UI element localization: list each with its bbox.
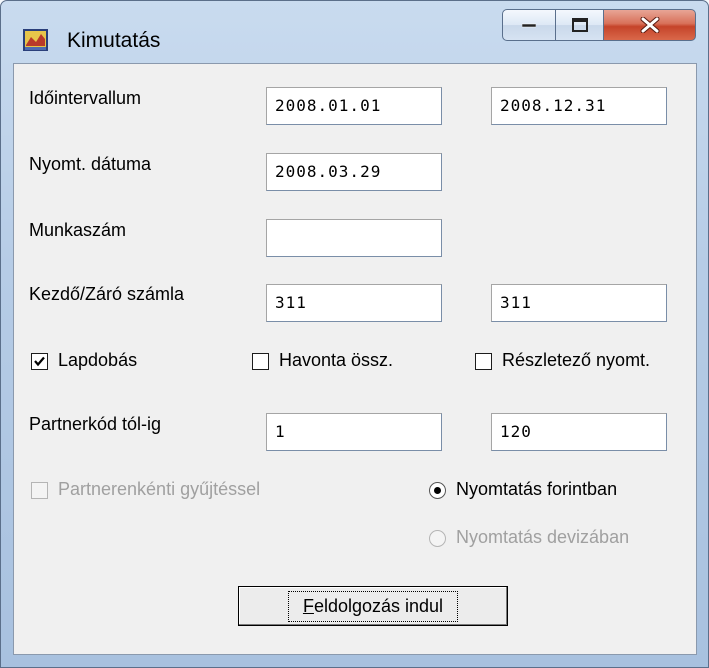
dialog-body: Időintervallum 2008.01.01 2008.12.31 Nyo… — [13, 63, 697, 655]
interval-from-input[interactable]: 2008.01.01 — [266, 87, 442, 125]
interval-label: Időintervallum — [29, 88, 142, 108]
monthly-sum-checkbox[interactable] — [252, 353, 269, 370]
print-date-label: Nyomt. dátuma — [29, 154, 152, 174]
title-bar[interactable]: Kimutatás — [1, 1, 708, 63]
account-to-input[interactable]: 311 — [491, 284, 667, 322]
job-number-input[interactable] — [266, 219, 442, 257]
close-icon — [640, 17, 659, 33]
account-range-label: Kezdő/Záró számla — [29, 284, 185, 304]
window-controls — [502, 9, 696, 43]
start-processing-button[interactable]: Feldolgozás indul — [238, 586, 508, 626]
print-foreign-label[interactable]: Nyomtatás devizában — [456, 527, 629, 548]
window-title: Kimutatás — [67, 29, 161, 52]
print-foreign-radio[interactable] — [429, 530, 446, 547]
close-button[interactable] — [604, 9, 696, 41]
maximize-button[interactable] — [556, 9, 604, 41]
checkmark-icon — [34, 356, 45, 367]
dialog-window: Kimutatás Időintervallum 2008.01.01 2008… — [0, 0, 709, 668]
detailed-print-checkbox[interactable] — [475, 353, 492, 370]
partner-to-input[interactable]: 120 — [491, 413, 667, 451]
interval-to-input[interactable]: 2008.12.31 — [491, 87, 667, 125]
monthly-sum-label[interactable]: Havonta össz. — [279, 350, 393, 371]
app-icon — [23, 29, 48, 51]
partner-from-input[interactable]: 1 — [266, 413, 442, 451]
account-from-input[interactable]: 311 — [266, 284, 442, 322]
partner-range-label: Partnerkód tól-ig — [29, 414, 162, 434]
page-break-label[interactable]: Lapdobás — [58, 350, 137, 371]
maximize-icon — [571, 18, 588, 32]
radio-selected-dot — [434, 487, 441, 494]
partner-collect-label[interactable]: Partnerenkénti gyűjtéssel — [58, 479, 260, 500]
detailed-print-label[interactable]: Részletező nyomt. — [502, 350, 650, 371]
minimize-button[interactable] — [502, 9, 556, 41]
print-forint-label[interactable]: Nyomtatás forintban — [456, 479, 617, 500]
partner-collect-checkbox[interactable] — [31, 482, 48, 499]
print-date-input[interactable]: 2008.03.29 — [266, 153, 442, 191]
page-break-checkbox[interactable] — [31, 353, 48, 370]
start-processing-label: Feldolgozás indul — [287, 590, 459, 622]
print-forint-radio[interactable] — [429, 482, 446, 499]
job-number-label: Munkaszám — [29, 220, 127, 240]
minimize-icon — [522, 23, 536, 28]
